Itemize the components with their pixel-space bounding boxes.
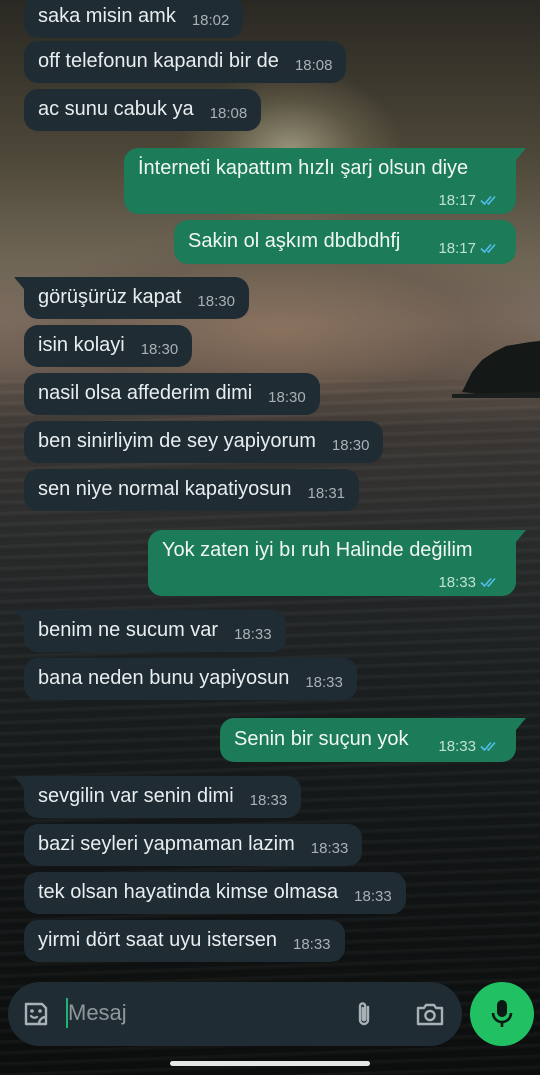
- incoming-message[interactable]: sen niye normal kapatiyosun 18:31: [24, 469, 360, 511]
- message-time: 18:30: [331, 437, 370, 454]
- outgoing-message[interactable]: Senin bir suçun yok 18:33: [220, 718, 516, 762]
- message-time: 18:30: [140, 341, 179, 358]
- bubble-tail: [516, 148, 526, 160]
- message-time: 18:33: [249, 792, 288, 809]
- message-meta: 18:33: [438, 574, 502, 592]
- message-text: yirmi dört saat uyu istersen: [38, 929, 277, 951]
- double-check-icon: [480, 243, 496, 254]
- message-text: ben sinirliyim de sey yapiyorum: [38, 430, 316, 452]
- incoming-message[interactable]: off telefonun kapandi bir de 18:08: [24, 41, 347, 83]
- bubble-tail: [516, 530, 526, 542]
- incoming-message[interactable]: bana neden bunu yapiyosun 18:33: [24, 658, 357, 700]
- incoming-message[interactable]: görüşürüz kapat 18:30: [24, 277, 249, 319]
- paperclip-icon[interactable]: [352, 999, 376, 1029]
- message-time: 18:33: [354, 888, 392, 905]
- message-meta: 18:33: [438, 738, 502, 756]
- message-text: görüşürüz kapat: [38, 286, 182, 308]
- message-text: Senin bir suçun yok: [234, 728, 409, 750]
- incoming-message[interactable]: bazi seyleri yapmaman lazim 18:33: [24, 824, 363, 866]
- message-text: benim ne sucum var: [38, 619, 219, 641]
- microphone-button[interactable]: [470, 982, 534, 1046]
- message-text: ac sunu cabuk ya: [38, 98, 194, 120]
- microphone-icon: [491, 1000, 513, 1027]
- sticker-smiley-icon[interactable]: [22, 1000, 50, 1028]
- message-time: 18:30: [268, 389, 306, 406]
- message-composer: [8, 982, 462, 1046]
- incoming-message[interactable]: sevgilin var senin dimi 18:33: [24, 776, 302, 818]
- incoming-message[interactable]: benim ne sucum var 18:33: [24, 610, 286, 652]
- message-time: 18:33: [292, 936, 331, 953]
- bubble-tail: [516, 718, 526, 730]
- outgoing-message[interactable]: İnterneti kapattım hızlı şarj olsun diye…: [124, 148, 516, 214]
- incoming-message[interactable]: ben sinirliyim de sey yapiyorum 18:30: [24, 421, 384, 463]
- home-indicator[interactable]: [170, 1061, 370, 1066]
- message-time: 18:33: [234, 626, 272, 643]
- message-time: 18:17: [438, 240, 476, 257]
- message-text: tek olsan hayatinda kimse olmasa: [38, 881, 339, 903]
- double-check-icon: [480, 741, 496, 752]
- message-time: 18:30: [197, 293, 235, 310]
- double-check-icon: [480, 195, 496, 206]
- message-time: 18:31: [307, 485, 346, 502]
- message-text: bana neden bunu yapiyosun: [38, 667, 290, 689]
- message-text: İnterneti kapattım hızlı şarj olsun diye: [138, 157, 469, 179]
- bubble-tail: [14, 610, 24, 622]
- message-text: sevgilin var senin dimi: [38, 785, 234, 807]
- incoming-message[interactable]: ac sunu cabuk ya 18:08: [24, 89, 262, 131]
- camera-icon[interactable]: [415, 1001, 445, 1027]
- double-check-icon: [480, 577, 496, 588]
- message-text: sen niye normal kapatiyosun: [38, 478, 292, 500]
- message-text: bazi seyleri yapmaman lazim: [38, 833, 295, 855]
- message-time: 18:02: [191, 12, 230, 29]
- incoming-message[interactable]: yirmi dört saat uyu istersen 18:33: [24, 920, 345, 962]
- incoming-message[interactable]: saka misin amk 18:02: [24, 0, 244, 38]
- message-time: 18:17: [438, 192, 476, 209]
- bubble-tail: [14, 776, 24, 788]
- message-time: 18:08: [294, 57, 333, 74]
- message-time: 18:33: [310, 840, 349, 857]
- message-time: 18:33: [305, 674, 343, 691]
- message-time: 18:33: [438, 738, 476, 755]
- message-meta: 18:17: [438, 240, 502, 258]
- message-text: Yok zaten iyi bı ruh Halinde değilim: [162, 539, 473, 561]
- incoming-message[interactable]: nasil olsa affederim dimi 18:30: [24, 373, 320, 415]
- incoming-message[interactable]: tek olsan hayatinda kimse olmasa 18:33: [24, 872, 406, 914]
- message-time: 18:33: [438, 574, 476, 591]
- outgoing-message[interactable]: Yok zaten iyi bı ruh Halinde değilim 18:…: [148, 530, 516, 596]
- bubble-tail: [14, 277, 24, 289]
- outgoing-message[interactable]: Sakin ol aşkım dbdbdhfj 18:17: [174, 220, 516, 264]
- message-text: Sakin ol aşkım dbdbdhfj: [188, 230, 401, 252]
- message-text: off telefonun kapandi bir de: [38, 50, 279, 72]
- message-text: nasil olsa affederim dimi: [38, 382, 253, 404]
- message-text: isin kolayi: [38, 334, 125, 356]
- message-input[interactable]: [68, 996, 328, 1030]
- message-list[interactable]: saka misin amk 18:02 off telefonun kapand…: [0, 0, 540, 975]
- message-time: 18:08: [209, 105, 248, 122]
- message-meta: 18:17: [438, 192, 502, 210]
- message-text: saka misin amk: [38, 5, 176, 27]
- incoming-message[interactable]: isin kolayi 18:30: [24, 325, 193, 367]
